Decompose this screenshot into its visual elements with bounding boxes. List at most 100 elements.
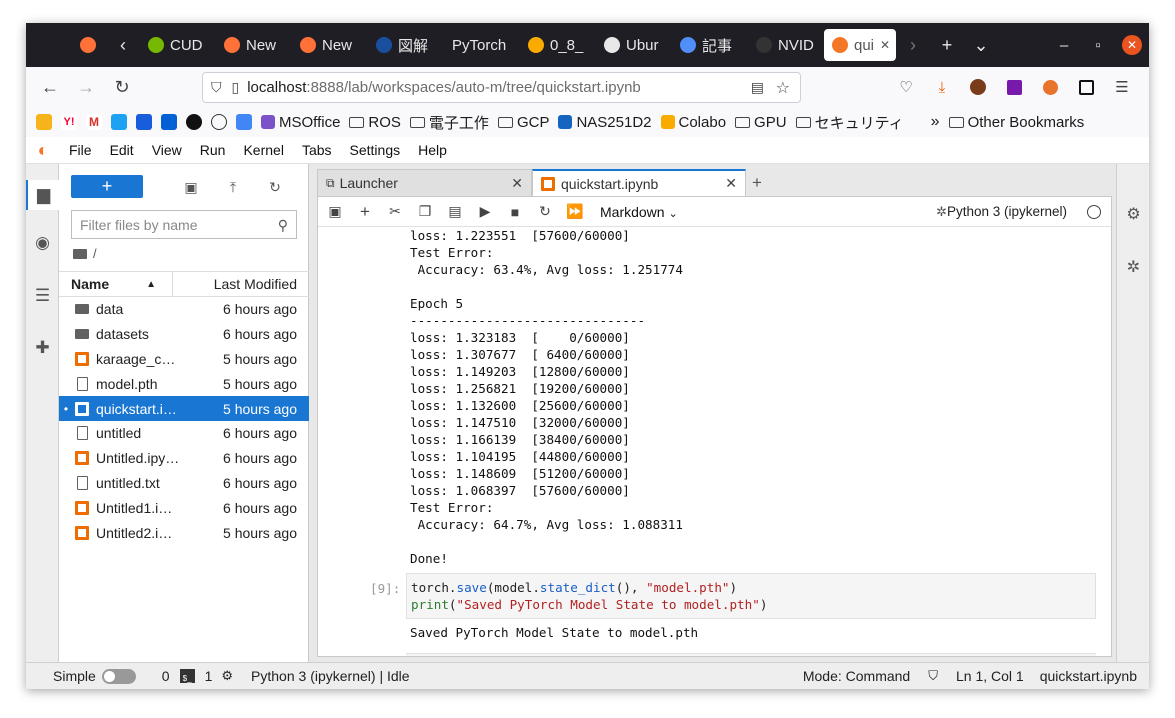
run-icon[interactable]: ▶ xyxy=(470,198,500,226)
bookmark-item[interactable]: Colabo xyxy=(660,114,726,131)
table-of-contents-icon[interactable]: ☰ xyxy=(26,286,59,306)
tab-scroll-left-icon[interactable]: ‹ xyxy=(106,29,140,61)
cell-type-dropdown[interactable]: Markdown ⌄ xyxy=(600,204,678,220)
running-sessions-icon[interactable]: ◉ xyxy=(26,233,59,253)
bookmark-item[interactable]: NAS251D2 xyxy=(558,114,652,131)
github-icon[interactable] xyxy=(186,114,202,130)
browser-tab[interactable]: qui ✕ xyxy=(824,29,896,61)
code-cell-input[interactable]: torch.save(model.state_dict(), "model.pt… xyxy=(406,573,1096,619)
next-cell[interactable] xyxy=(406,653,1096,656)
kernel-name[interactable]: Python 3 (ipykernel) xyxy=(947,204,1067,219)
property-inspector-gears-icon[interactable]: ⚙ xyxy=(1117,204,1149,224)
bitwarden-icon[interactable] xyxy=(136,114,152,130)
list-item[interactable]: • quickstart.i… 5 hours ago xyxy=(59,396,309,421)
debugger-bug-icon[interactable]: ✲ xyxy=(1117,257,1149,277)
security-shield-icon[interactable]: ⛉ xyxy=(928,668,938,684)
restart-icon[interactable]: ↻ xyxy=(530,198,560,226)
bookmark-star-icon[interactable]: ☆ xyxy=(776,78,790,98)
list-item[interactable]: data 6 hours ago xyxy=(59,297,309,322)
pocket-icon[interactable]: ♡ xyxy=(892,71,920,103)
cut-icon[interactable]: ✂ xyxy=(380,198,410,226)
upload-icon[interactable]: ⤒ xyxy=(220,175,246,199)
list-item[interactable]: Untitled1.i… 6 hours ago xyxy=(59,495,309,520)
insert-cell-icon[interactable]: + xyxy=(350,198,380,226)
list-item[interactable]: karaage_c… 5 hours ago xyxy=(59,347,309,372)
column-header-name[interactable]: Name ▲ xyxy=(59,272,173,296)
list-item[interactable]: untitled.txt 6 hours ago xyxy=(59,471,309,496)
bookmark-item[interactable]: GPU xyxy=(735,114,787,131)
tab-list-chevron-icon[interactable]: ⌄ xyxy=(964,29,998,61)
tab-launcher[interactable]: ⧉ Launcher ✕ xyxy=(317,169,532,196)
column-header-modified[interactable]: Last Modified xyxy=(173,276,309,292)
tab-quickstart[interactable]: quickstart.ipynb ✕ xyxy=(532,169,746,196)
add-tab-button[interactable]: + xyxy=(746,169,768,196)
new-tab-button[interactable]: + xyxy=(930,29,964,61)
new-launcher-button[interactable]: + xyxy=(71,175,143,198)
browser-tab[interactable]: NVID xyxy=(748,29,822,61)
menu-tabs[interactable]: Tabs xyxy=(293,142,341,158)
bookmark-item[interactable]: MSOffice xyxy=(261,114,340,131)
bookmark-app-icon[interactable] xyxy=(36,114,52,130)
save-icon[interactable]: ▣ xyxy=(320,198,350,226)
breadcrumb-path[interactable]: / xyxy=(93,246,97,261)
browser-tab[interactable]: 図解 xyxy=(368,29,442,61)
copy-icon[interactable]: ❐ xyxy=(410,198,440,226)
browser-tab[interactable]: 記事 xyxy=(672,29,746,61)
tracking-shield-icon[interactable]: ⛉ xyxy=(211,79,222,96)
bookmark-item[interactable]: GCP xyxy=(497,114,549,131)
bookmark-item[interactable]: セキュリティ xyxy=(795,112,904,133)
onenote-icon[interactable] xyxy=(1000,71,1028,103)
list-item[interactable]: Untitled2.i… 5 hours ago xyxy=(59,520,309,545)
calendar-icon[interactable] xyxy=(236,114,252,130)
gmail-icon[interactable]: M xyxy=(86,114,102,130)
extensions-puzzle-icon[interactable]: ✚ xyxy=(26,338,59,358)
menu-file[interactable]: File xyxy=(60,142,101,158)
browser-tab[interactable]: Ubur xyxy=(596,29,670,61)
terminal-count[interactable]: 1 xyxy=(205,668,213,684)
close-icon[interactable]: ✕ xyxy=(880,38,890,52)
list-item[interactable]: datasets 6 hours ago xyxy=(59,322,309,347)
download-icon[interactable]: ⤓ xyxy=(928,71,956,103)
yahoo-icon[interactable]: Y! xyxy=(61,114,77,130)
url-bar[interactable]: ⛉ ▯ localhost:8888/lab/workspaces/auto-m… xyxy=(202,72,801,103)
menu-edit[interactable]: Edit xyxy=(101,142,143,158)
page-info-icon[interactable]: ▯ xyxy=(232,79,240,96)
debugger-bug-icon[interactable]: ✲ xyxy=(936,204,947,220)
maximize-button[interactable]: ▫ xyxy=(1081,29,1115,61)
file-browser-folder-icon[interactable]: ▆ xyxy=(26,180,59,210)
back-button[interactable]: ← xyxy=(32,71,68,103)
list-item[interactable]: model.pth 5 hours ago xyxy=(59,371,309,396)
url-text[interactable]: localhost:8888/lab/workspaces/auto-m/tre… xyxy=(247,79,641,96)
menu-settings[interactable]: Settings xyxy=(341,142,410,158)
reader-view-icon[interactable]: ▤ xyxy=(751,79,764,96)
browser-tab[interactable]: New xyxy=(216,29,290,61)
list-item[interactable]: Untitled.ipy… 6 hours ago xyxy=(59,446,309,471)
menu-run[interactable]: Run xyxy=(191,142,235,158)
browser-tab[interactable]: CUD xyxy=(140,29,214,61)
kernel-status[interactable]: Python 3 (ipykernel) | Idle xyxy=(251,668,410,684)
globe-icon[interactable] xyxy=(211,114,227,130)
refresh-icon[interactable]: ↻ xyxy=(262,175,288,199)
forward-button[interactable]: → xyxy=(68,71,104,103)
browser-tab[interactable]: 0_8_ xyxy=(520,29,594,61)
reload-button[interactable]: ↻ xyxy=(104,71,140,103)
bookmark-item[interactable]: 電子工作 xyxy=(409,112,489,133)
list-item[interactable]: untitled 6 hours ago xyxy=(59,421,309,446)
extension-avatar-icon[interactable] xyxy=(964,71,992,103)
tab-scroll-right-icon[interactable]: › xyxy=(896,29,930,61)
other-bookmarks[interactable]: Other Bookmarks xyxy=(948,114,1084,131)
close-window-button[interactable]: ✕ xyxy=(1115,29,1149,61)
menu-kernel[interactable]: Kernel xyxy=(234,142,292,158)
new-folder-icon[interactable]: ▣ xyxy=(178,175,204,199)
menu-view[interactable]: View xyxy=(143,142,191,158)
close-icon[interactable]: ✕ xyxy=(511,175,523,192)
browser-tab[interactable]: PyTorch xyxy=(444,29,518,61)
menu-help[interactable]: Help xyxy=(409,142,456,158)
browser-tab[interactable]: New xyxy=(292,29,366,61)
hamburger-menu-icon[interactable]: ☰ xyxy=(1108,71,1136,103)
box-icon[interactable] xyxy=(161,114,177,130)
simple-mode-toggle[interactable] xyxy=(101,668,136,684)
cursor-position[interactable]: Ln 1, Col 1 xyxy=(956,668,1024,684)
bookmark-item[interactable]: ROS xyxy=(349,114,401,131)
file-filter-input[interactable]: Filter files by name ⚲ xyxy=(71,210,297,239)
